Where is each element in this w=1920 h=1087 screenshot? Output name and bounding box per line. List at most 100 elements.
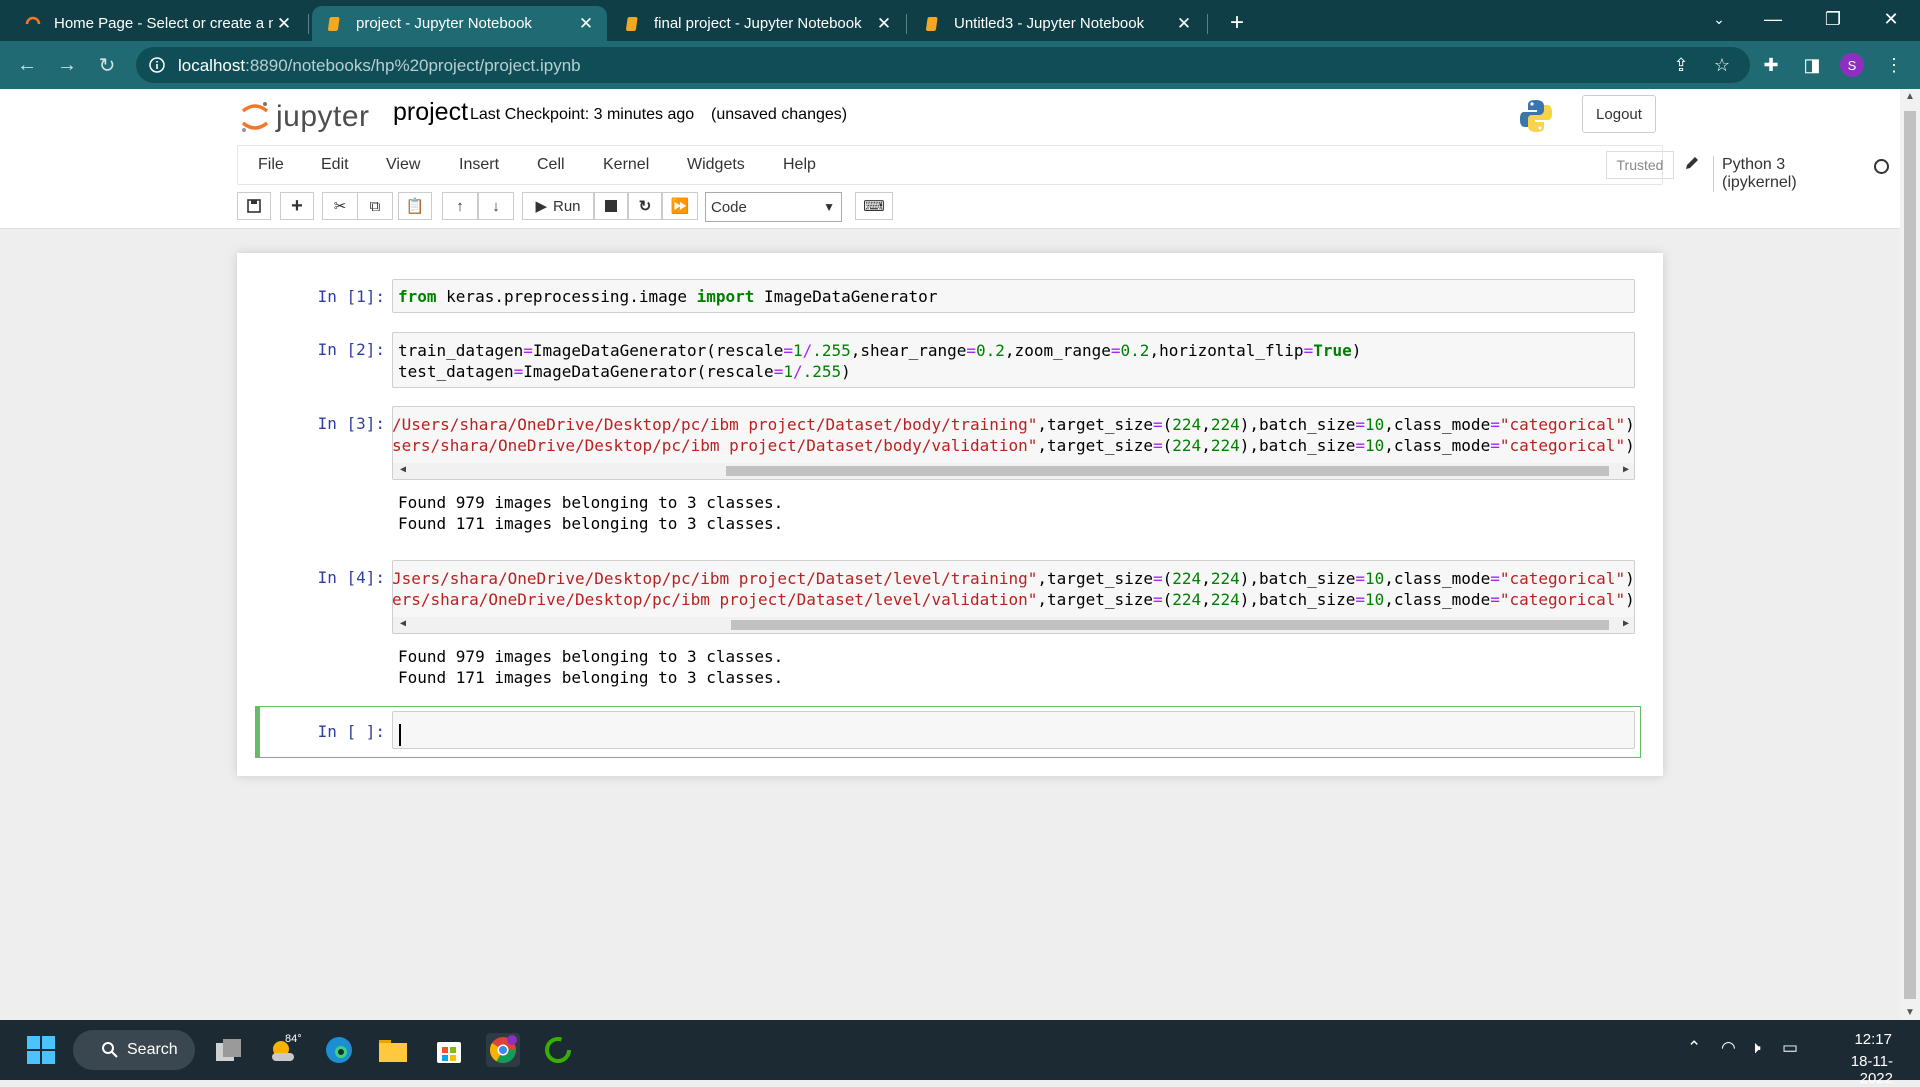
menu-insert[interactable]: Insert	[459, 156, 499, 174]
move-up-button[interactable]: ↑	[442, 192, 478, 220]
command-palette-button[interactable]: ⌨	[855, 192, 893, 220]
taskbar-search[interactable]: Search	[73, 1030, 195, 1070]
cell-type-select[interactable]: Code ▼	[705, 192, 842, 222]
move-down-button[interactable]: ↓	[478, 192, 514, 220]
store-app[interactable]	[432, 1033, 466, 1067]
restore-button[interactable]: ❐	[1810, 4, 1856, 34]
menu-kernel[interactable]: Kernel	[603, 156, 649, 174]
chevron-up-icon[interactable]: ⌃	[1687, 1038, 1701, 1058]
clock-time[interactable]: 12:17	[1830, 1031, 1892, 1048]
scrollbar-thumb[interactable]	[731, 620, 1609, 630]
scissors-icon: ✂	[333, 198, 347, 215]
page-scrollbar[interactable]: ▲ ▼	[1900, 89, 1920, 1020]
plus-icon: +	[291, 194, 303, 217]
speaker-muted-icon[interactable]: 🕨	[1750, 1038, 1761, 1058]
scroll-right-icon[interactable]: ▶	[1623, 464, 1629, 475]
forward-button[interactable]: →	[52, 50, 82, 80]
horizontal-scrollbar[interactable]: ◀ ▶	[393, 617, 1634, 633]
close-icon[interactable]: ✕	[575, 13, 597, 35]
share-button[interactable]: ⇪	[1668, 52, 1694, 78]
notebook-name[interactable]: project	[393, 98, 468, 127]
minimize-button[interactable]: —	[1750, 4, 1796, 34]
interrupt-kernel-button[interactable]	[594, 192, 628, 220]
copy-button[interactable]: ⧉	[357, 192, 393, 220]
tab-untitled3[interactable]: Untitled3 - Jupyter Notebook ✕	[910, 6, 1205, 41]
file-explorer-app[interactable]	[376, 1033, 410, 1067]
jupyter-logo[interactable]: jupyter	[240, 97, 370, 137]
task-view-button[interactable]	[212, 1033, 246, 1067]
code-token: )	[1625, 569, 1635, 588]
code-token: ,	[1201, 415, 1211, 434]
back-button[interactable]: ←	[12, 50, 42, 80]
scroll-up-icon[interactable]: ▲	[1905, 91, 1915, 102]
scrollbar-thumb[interactable]	[726, 466, 1609, 476]
arrow-down-icon: ↓	[492, 197, 500, 215]
code-cell-input[interactable]: Jsers/shara/OneDrive/Desktop/pc/ibm proj…	[392, 560, 1635, 634]
code-token: 224	[1172, 436, 1202, 455]
loading-spinner-icon	[545, 1037, 571, 1063]
code-cell-input[interactable]: train_datagen=ImageDataGenerator(rescale…	[392, 332, 1635, 388]
pencil-icon[interactable]	[1683, 154, 1701, 172]
tab-search-button[interactable]: ⌄	[1696, 4, 1742, 34]
menu-view[interactable]: View	[386, 156, 420, 174]
scroll-left-icon[interactable]: ◀	[400, 464, 406, 475]
run-button[interactable]: ▶ Run	[522, 192, 594, 220]
code-token: =	[1110, 341, 1121, 360]
bookmark-button[interactable]: ☆	[1709, 52, 1735, 78]
start-button[interactable]	[24, 1033, 58, 1067]
code-cell-input[interactable]: from keras.preprocessing.image import Im…	[392, 279, 1635, 313]
extensions-button[interactable]: ✚	[1758, 52, 1784, 78]
python-logo-icon	[1520, 100, 1552, 132]
scrollbar-thumb[interactable]	[1904, 111, 1916, 999]
code-cell-input[interactable]: /Users/shara/OneDrive/Desktop/pc/ibm pro…	[392, 406, 1635, 480]
scroll-right-icon[interactable]: ▶	[1623, 618, 1629, 629]
cut-button[interactable]: ✂	[322, 192, 358, 220]
edge-app[interactable]	[322, 1033, 356, 1067]
menu-file[interactable]: File	[258, 156, 284, 174]
menu-widgets[interactable]: Widgets	[687, 156, 745, 174]
code-token: =	[773, 362, 784, 381]
close-icon[interactable]: ✕	[873, 13, 895, 35]
chrome-app[interactable]	[486, 1033, 520, 1067]
restart-kernel-button[interactable]: ↻	[628, 192, 662, 220]
battery-icon[interactable]: ▭	[1782, 1038, 1798, 1058]
tab-title: Home Page - Select or create a n	[54, 15, 273, 32]
code-token: =	[1355, 415, 1365, 434]
address-bar[interactable]: localhost:8890/notebooks/hp%20project/pr…	[136, 47, 1750, 83]
menu-help[interactable]: Help	[783, 156, 816, 174]
tab-project[interactable]: project - Jupyter Notebook ✕	[312, 6, 607, 41]
close-icon[interactable]: ✕	[273, 13, 295, 35]
wifi-icon[interactable]: ◠	[1721, 1038, 1736, 1058]
kernel-name[interactable]: Python 3 (ipykernel)	[1713, 156, 1797, 192]
info-icon[interactable]	[148, 56, 166, 74]
browser-toolbar: ← → ↻ localhost:8890/notebooks/hp%20proj…	[0, 41, 1920, 89]
paste-button[interactable]: 📋	[398, 192, 432, 220]
new-tab-button[interactable]: +	[1222, 8, 1252, 38]
code-cell-input[interactable]	[392, 711, 1635, 749]
menu-edit[interactable]: Edit	[321, 156, 349, 174]
clock-date[interactable]: 18-11-2022	[1823, 1053, 1893, 1087]
trusted-indicator[interactable]: Trusted	[1606, 151, 1674, 179]
browser-menu-button[interactable]: ⋮	[1881, 52, 1907, 78]
close-window-button[interactable]: ✕	[1868, 4, 1914, 34]
profile-avatar[interactable]: S	[1840, 53, 1864, 77]
scroll-left-icon[interactable]: ◀	[400, 618, 406, 629]
menu-cell[interactable]: Cell	[537, 156, 565, 174]
code-token: 0.2	[1120, 341, 1150, 360]
insert-cell-button[interactable]: +	[280, 192, 314, 220]
reload-button[interactable]: ↻	[92, 50, 122, 80]
active-code-cell[interactable]: In [ ]:	[255, 706, 1641, 758]
restart-run-all-button[interactable]: ⏩	[662, 192, 698, 220]
side-panel-button[interactable]: ◨	[1799, 52, 1825, 78]
forward-arrow-icon: →	[57, 53, 77, 76]
save-button[interactable]	[237, 192, 271, 220]
code-token: True	[1313, 341, 1352, 360]
jupyter-app[interactable]	[541, 1033, 575, 1067]
horizontal-scrollbar[interactable]: ◀ ▶	[393, 463, 1634, 479]
tab-home-page[interactable]: Home Page - Select or create a n ✕	[10, 6, 305, 41]
close-icon[interactable]: ✕	[1173, 13, 1195, 35]
tab-final-project[interactable]: final project - Jupyter Notebook ✕	[610, 6, 905, 41]
logout-button[interactable]: Logout	[1582, 95, 1656, 133]
code-token: ),batch_size	[1239, 590, 1356, 609]
scroll-down-icon[interactable]: ▼	[1905, 1007, 1915, 1018]
